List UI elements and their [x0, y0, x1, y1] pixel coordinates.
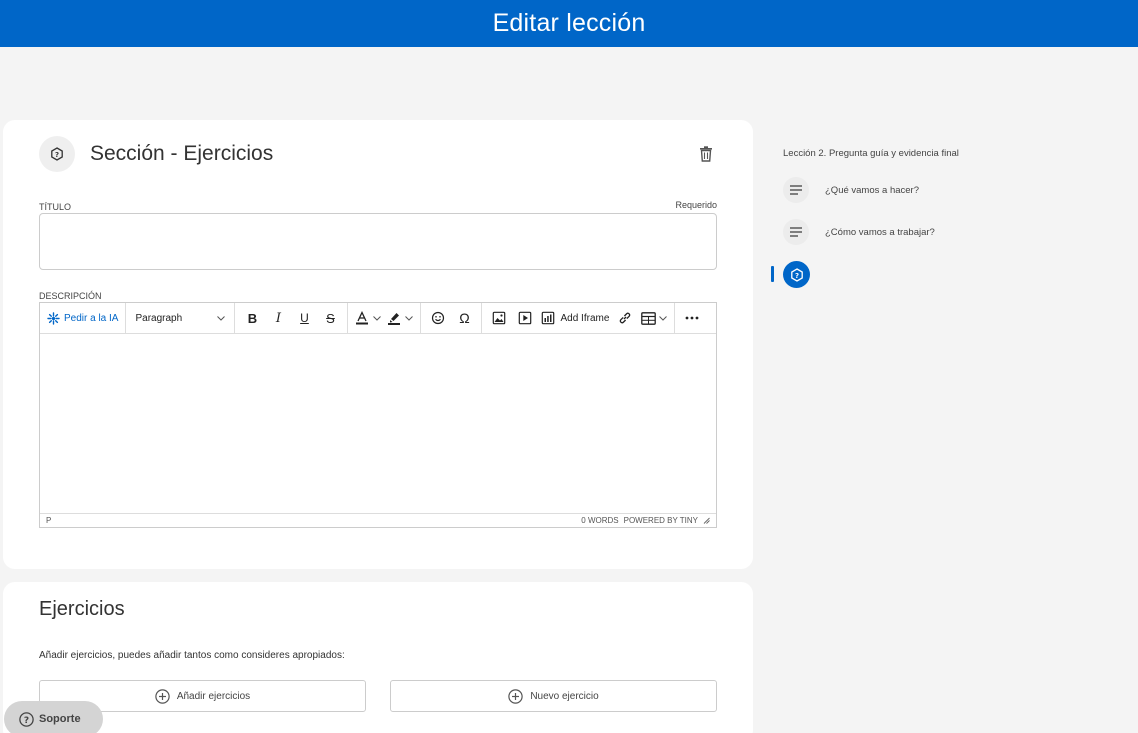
insert-media-button[interactable]: [513, 306, 537, 330]
text-lines-icon: [783, 219, 809, 245]
editor-content-area[interactable]: [40, 334, 716, 514]
table-icon: [641, 311, 657, 325]
block-format-value: Paragraph: [135, 312, 183, 324]
exercises-card: Ejercicios Añadir ejercicios, puedes aña…: [3, 582, 753, 733]
more-group: [675, 303, 709, 333]
powered-by-link[interactable]: POWERED BY TINY: [624, 516, 698, 525]
special-char-button[interactable]: Ω: [452, 306, 476, 330]
title-label: TÍTULO: [39, 202, 72, 212]
sidebar-item-label: ¿Cómo vamos a trabajar?: [825, 226, 935, 238]
element-path[interactable]: P: [46, 516, 51, 525]
more-options-button[interactable]: [680, 306, 704, 330]
description-label: DESCRIPCIÓN: [39, 291, 102, 301]
resize-handle-icon[interactable]: [703, 517, 710, 524]
insert-char-group: Ω: [421, 303, 483, 333]
svg-text:?: ?: [55, 151, 59, 159]
plus-circle-icon: [155, 688, 170, 704]
chevron-down-icon: [217, 315, 226, 321]
text-color-button[interactable]: [353, 306, 383, 330]
sidebar-item-ejercicios-active[interactable]: ?: [783, 261, 810, 288]
word-count[interactable]: 0 WORDS: [581, 516, 618, 525]
ask-ai-button[interactable]: Pedir a la IA: [45, 306, 120, 330]
format-group: Paragraph: [126, 303, 236, 333]
add-exercises-label: Añadir ejercicios: [176, 690, 251, 702]
chevron-down-icon: [659, 315, 668, 321]
text-lines-icon: [783, 177, 809, 203]
underline-button[interactable]: U: [292, 306, 316, 330]
italic-button[interactable]: I: [266, 306, 290, 330]
lesson-title: Lección 2. Pregunta guía y evidencia fin…: [783, 148, 959, 159]
emoji-icon: [432, 311, 445, 325]
svg-text:?: ?: [24, 716, 29, 726]
exercises-title: Ejercicios: [39, 598, 125, 620]
new-exercise-button[interactable]: Nuevo ejercicio: [390, 680, 717, 712]
svg-text:?: ?: [794, 271, 798, 279]
sidebar-item-label: ¿Qué vamos a hacer?: [825, 184, 919, 196]
page-title: Editar lección: [492, 9, 646, 37]
help-circle-icon: ?: [19, 711, 34, 727]
highlight-color-button[interactable]: [385, 306, 415, 330]
ai-sparkle-icon: [47, 311, 60, 325]
media-group: Add Iframe: [482, 303, 676, 333]
plus-circle-icon: [508, 688, 524, 704]
add-iframe-label: Add Iframe: [560, 312, 610, 324]
active-indicator: [771, 266, 774, 282]
title-input[interactable]: [39, 213, 717, 270]
rich-text-editor: Pedir a la IA Paragraph B I U S Ω Add If…: [39, 302, 717, 528]
add-iframe-button[interactable]: Add Iframe: [539, 306, 611, 330]
section-card: ? Sección - Ejercicios TÍTULO Requerido …: [3, 120, 753, 569]
top-bar: Editar lección: [0, 0, 1138, 47]
exercises-hint: Añadir ejercicios, puedes añadir tantos …: [39, 650, 345, 661]
sidebar-item-como-vamos-a-trabajar[interactable]: ¿Cómo vamos a trabajar?: [783, 219, 935, 245]
question-hexagon-icon: ?: [39, 136, 75, 172]
strikethrough-button[interactable]: S: [318, 306, 342, 330]
ask-ai-label: Pedir a la IA: [64, 312, 119, 324]
insert-link-button[interactable]: [613, 306, 637, 330]
question-hexagon-icon: ?: [790, 267, 803, 282]
support-button[interactable]: ? Soporte: [4, 701, 103, 733]
block-format-select[interactable]: Paragraph: [131, 306, 229, 330]
image-icon: [493, 311, 506, 325]
section-title: Sección - Ejercicios: [90, 142, 274, 165]
trash-icon[interactable]: [699, 146, 713, 162]
video-play-icon: [519, 311, 532, 325]
new-exercise-label: Nuevo ejercicio: [530, 690, 599, 702]
chevron-down-icon: [373, 315, 382, 321]
chevron-down-icon: [405, 315, 414, 321]
editor-statusbar: P 0 WORDS POWERED BY TINY: [40, 513, 716, 527]
link-icon: [620, 312, 631, 324]
section-header: ? Sección - Ejercicios: [39, 136, 273, 172]
color-group: [348, 303, 422, 333]
text-color-icon: [356, 311, 369, 325]
emoji-button[interactable]: [426, 306, 450, 330]
bold-button[interactable]: B: [240, 306, 264, 330]
required-label: Requerido: [675, 200, 717, 210]
ai-group: Pedir a la IA: [40, 303, 127, 333]
iframe-chart-icon: [542, 311, 555, 325]
editor-toolbar: Pedir a la IA Paragraph B I U S Ω Add If…: [40, 303, 716, 334]
support-label: Soporte: [39, 713, 81, 725]
highlighter-icon: [388, 313, 401, 325]
sidebar-item-que-vamos-a-hacer[interactable]: ¿Qué vamos a hacer?: [783, 177, 919, 203]
insert-image-button[interactable]: [487, 306, 511, 330]
more-horizontal-icon: [686, 316, 699, 320]
text-style-group: B I U S: [235, 303, 349, 333]
insert-table-button[interactable]: [639, 306, 669, 330]
